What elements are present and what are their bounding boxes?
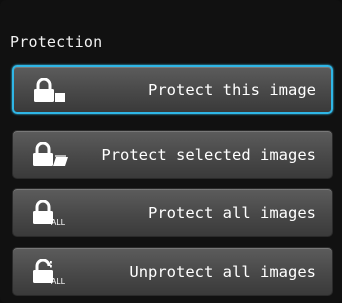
protect-this-image-button[interactable]: Protect this image [12, 65, 333, 114]
lock-all-icon: ALL [33, 200, 66, 226]
menu-item-label: Protect this image [148, 80, 316, 99]
protect-selected-images-button[interactable]: Protect selected images [12, 130, 333, 179]
menu-item-label: Unprotect all images [129, 262, 316, 281]
unprotect-all-images-button[interactable]: ALL Unprotect all images [12, 247, 333, 296]
lock-single-icon [34, 78, 65, 102]
menu-item-label: Protect selected images [101, 145, 316, 164]
protection-screen: Protection Protect this image Protect se… [0, 0, 342, 303]
menu-item-label: Protect all images [148, 203, 316, 222]
protect-all-images-button[interactable]: ALL Protect all images [12, 188, 333, 237]
all-badge: ALL [51, 277, 66, 285]
lock-multiple-icon [33, 142, 68, 166]
all-badge: ALL [51, 218, 66, 226]
panel-title: Protection [10, 33, 103, 51]
unlock-all-icon: ALL [33, 259, 66, 285]
